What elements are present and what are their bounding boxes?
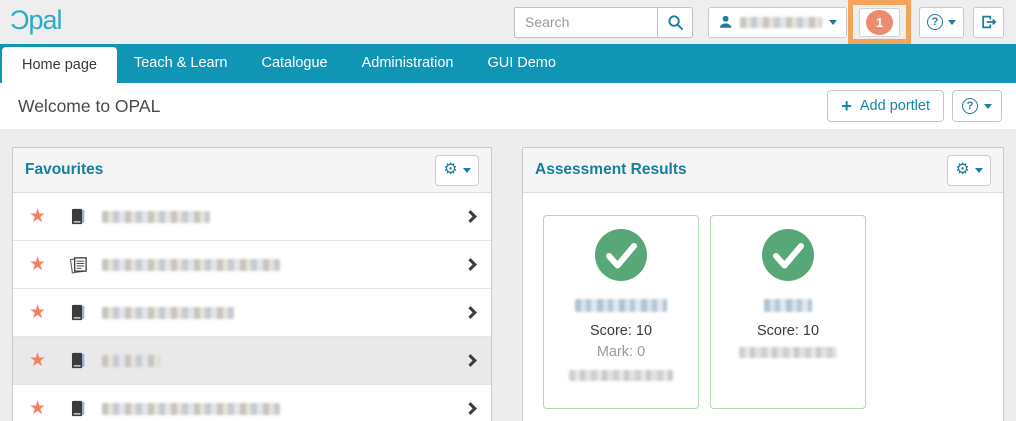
redacted-username bbox=[740, 16, 822, 28]
chevron-right-icon bbox=[464, 210, 477, 223]
passed-check-icon bbox=[711, 229, 865, 286]
favourite-row[interactable]: ★ bbox=[13, 289, 491, 337]
favourites-title: Favourites bbox=[25, 161, 104, 178]
score-text: Score: 10 bbox=[756, 323, 820, 339]
favourite-row-highlighted[interactable]: ★ bbox=[13, 337, 491, 385]
user-icon bbox=[719, 15, 732, 28]
favourite-row[interactable]: ★ bbox=[13, 193, 491, 241]
add-portlet-label: Add portlet bbox=[859, 98, 930, 114]
course-book-icon bbox=[69, 207, 89, 226]
main-navigation: Home page Teach & Learn Catalogue Admini… bbox=[0, 44, 1016, 83]
assessment-card[interactable]: Score: 10 bbox=[710, 215, 866, 409]
favourites-settings-button[interactable]: ⚙ bbox=[435, 154, 479, 186]
favourite-star-icon[interactable]: ★ bbox=[29, 351, 55, 370]
welcome-bar: Welcome to OPAL + Add portlet ? bbox=[0, 83, 1016, 129]
redacted-date-text bbox=[569, 370, 673, 381]
gear-icon: ⚙ bbox=[955, 161, 970, 178]
mark-text: Mark: 0 bbox=[596, 344, 646, 360]
logout-button[interactable] bbox=[973, 6, 1004, 38]
header-controls: 1 ? bbox=[514, 0, 1004, 44]
redacted-assessment-link[interactable] bbox=[764, 299, 812, 312]
chevron-down-icon bbox=[948, 19, 956, 25]
chevron-right-icon bbox=[464, 306, 477, 319]
assessment-cards: Score: 10 Mark: 0 Score: 10 bbox=[523, 193, 1003, 421]
annotation-highlight-box: 1 bbox=[848, 0, 911, 44]
add-portlet-button[interactable]: + Add portlet bbox=[827, 90, 944, 122]
redacted-item-title bbox=[102, 306, 234, 319]
tab-gui-demo[interactable]: GUI Demo bbox=[470, 44, 573, 83]
chevron-right-icon bbox=[464, 354, 477, 367]
favourite-star-icon[interactable]: ★ bbox=[29, 255, 55, 274]
top-header: Ɔpal 1 bbox=[0, 0, 1016, 44]
user-menu-button[interactable] bbox=[708, 6, 847, 38]
favourite-star-icon[interactable]: ★ bbox=[29, 399, 55, 418]
portlet-area: Favourites ⚙ ★ ★ ★ ★ ★ Assessment Result… bbox=[0, 129, 1016, 421]
assessment-results-portlet: Assessment Results ⚙ Score: 10 Mark: 0 S… bbox=[522, 147, 1004, 421]
favourites-portlet: Favourites ⚙ ★ ★ ★ ★ ★ bbox=[12, 147, 492, 421]
gear-icon: ⚙ bbox=[443, 161, 458, 178]
tab-catalogue[interactable]: Catalogue bbox=[244, 44, 344, 83]
search-icon bbox=[667, 14, 683, 30]
opal-logo[interactable]: Ɔpal bbox=[10, 6, 63, 38]
assessment-title: Assessment Results bbox=[535, 161, 687, 178]
chevron-right-icon bbox=[464, 258, 477, 271]
notification-button[interactable]: 1 bbox=[859, 7, 900, 37]
passed-check-icon bbox=[544, 229, 698, 286]
tab-administration[interactable]: Administration bbox=[345, 44, 471, 83]
favourite-row[interactable]: ★ bbox=[13, 385, 491, 421]
logout-icon bbox=[982, 15, 997, 29]
page-title: Welcome to OPAL bbox=[18, 95, 161, 116]
welcome-actions: + Add portlet ? bbox=[827, 90, 1002, 122]
search-group bbox=[514, 6, 693, 38]
tab-home-page[interactable]: Home page bbox=[2, 47, 117, 83]
assessment-header: Assessment Results ⚙ bbox=[523, 148, 1003, 193]
favourite-star-icon[interactable]: ★ bbox=[29, 303, 55, 322]
chevron-right-icon bbox=[464, 402, 477, 415]
pages-stack-icon bbox=[69, 255, 89, 274]
chevron-down-icon bbox=[974, 167, 983, 173]
help-icon: ? bbox=[927, 14, 943, 30]
chevron-down-icon bbox=[984, 103, 992, 109]
redacted-date-text bbox=[739, 347, 837, 358]
tab-teach-and-learn[interactable]: Teach & Learn bbox=[117, 44, 245, 83]
redacted-item-title bbox=[102, 210, 210, 223]
chevron-down-icon bbox=[462, 167, 471, 173]
course-book-icon bbox=[69, 399, 89, 418]
redacted-assessment-link[interactable] bbox=[575, 299, 667, 312]
score-text: Score: 10 bbox=[589, 323, 653, 339]
redacted-item-title bbox=[102, 354, 160, 367]
redacted-item-title bbox=[102, 258, 280, 271]
favourite-row[interactable]: ★ bbox=[13, 241, 491, 289]
chevron-down-icon bbox=[829, 19, 837, 25]
favourites-header: Favourites ⚙ bbox=[13, 148, 491, 193]
help-menu-button[interactable]: ? bbox=[919, 6, 964, 38]
notification-badge: 1 bbox=[866, 9, 893, 35]
opal-home-page: Ɔpal 1 bbox=[0, 0, 1016, 421]
help-icon: ? bbox=[962, 98, 978, 114]
assessment-settings-button[interactable]: ⚙ bbox=[947, 154, 991, 186]
search-button[interactable] bbox=[657, 6, 693, 38]
course-book-icon bbox=[69, 303, 89, 322]
assessment-card[interactable]: Score: 10 Mark: 0 bbox=[543, 215, 699, 409]
search-input[interactable] bbox=[514, 6, 657, 38]
plus-icon: + bbox=[841, 96, 852, 116]
redacted-item-title bbox=[102, 402, 280, 415]
course-book-icon bbox=[69, 351, 89, 370]
favourite-star-icon[interactable]: ★ bbox=[29, 207, 55, 226]
page-help-button[interactable]: ? bbox=[952, 90, 1002, 122]
